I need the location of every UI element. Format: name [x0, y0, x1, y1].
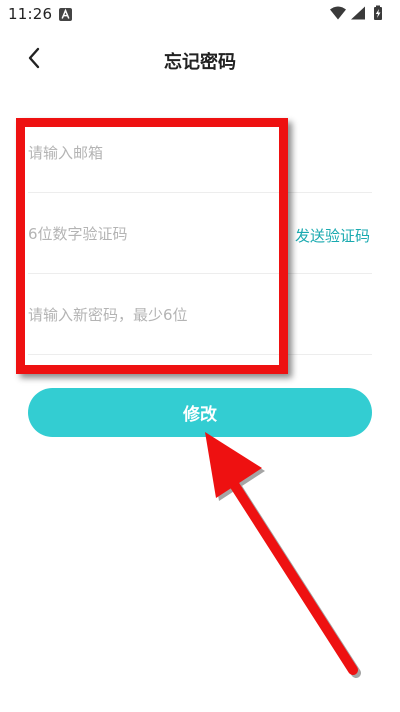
email-row: [28, 112, 372, 193]
notification-a-icon: [59, 6, 72, 21]
wifi-icon: [330, 6, 346, 20]
verification-code-row: 发送验证码: [28, 193, 372, 274]
signal-icon: [351, 6, 365, 20]
status-time: 11:26: [8, 5, 53, 23]
page-title: 忘记密码: [164, 52, 236, 73]
status-icons: [328, 5, 390, 21]
verification-code-field[interactable]: [28, 217, 278, 251]
status-bar: 11:26: [0, 0, 400, 28]
reset-password-form: 发送验证码: [28, 112, 372, 355]
annotation-arrow: [205, 432, 361, 678]
header: 忘记密码: [0, 40, 400, 80]
battery-charging-icon: [374, 5, 382, 20]
submit-button[interactable]: 修改: [28, 388, 372, 437]
send-code-button[interactable]: 发送验证码: [295, 225, 370, 246]
email-field[interactable]: [28, 136, 278, 170]
new-password-row: [28, 274, 372, 355]
forgot-password-screen: 11:26 忘记密码 请输入邮箱 6位数字验证码 发送验证码 修改: [0, 0, 400, 712]
new-password-field[interactable]: [28, 298, 278, 332]
